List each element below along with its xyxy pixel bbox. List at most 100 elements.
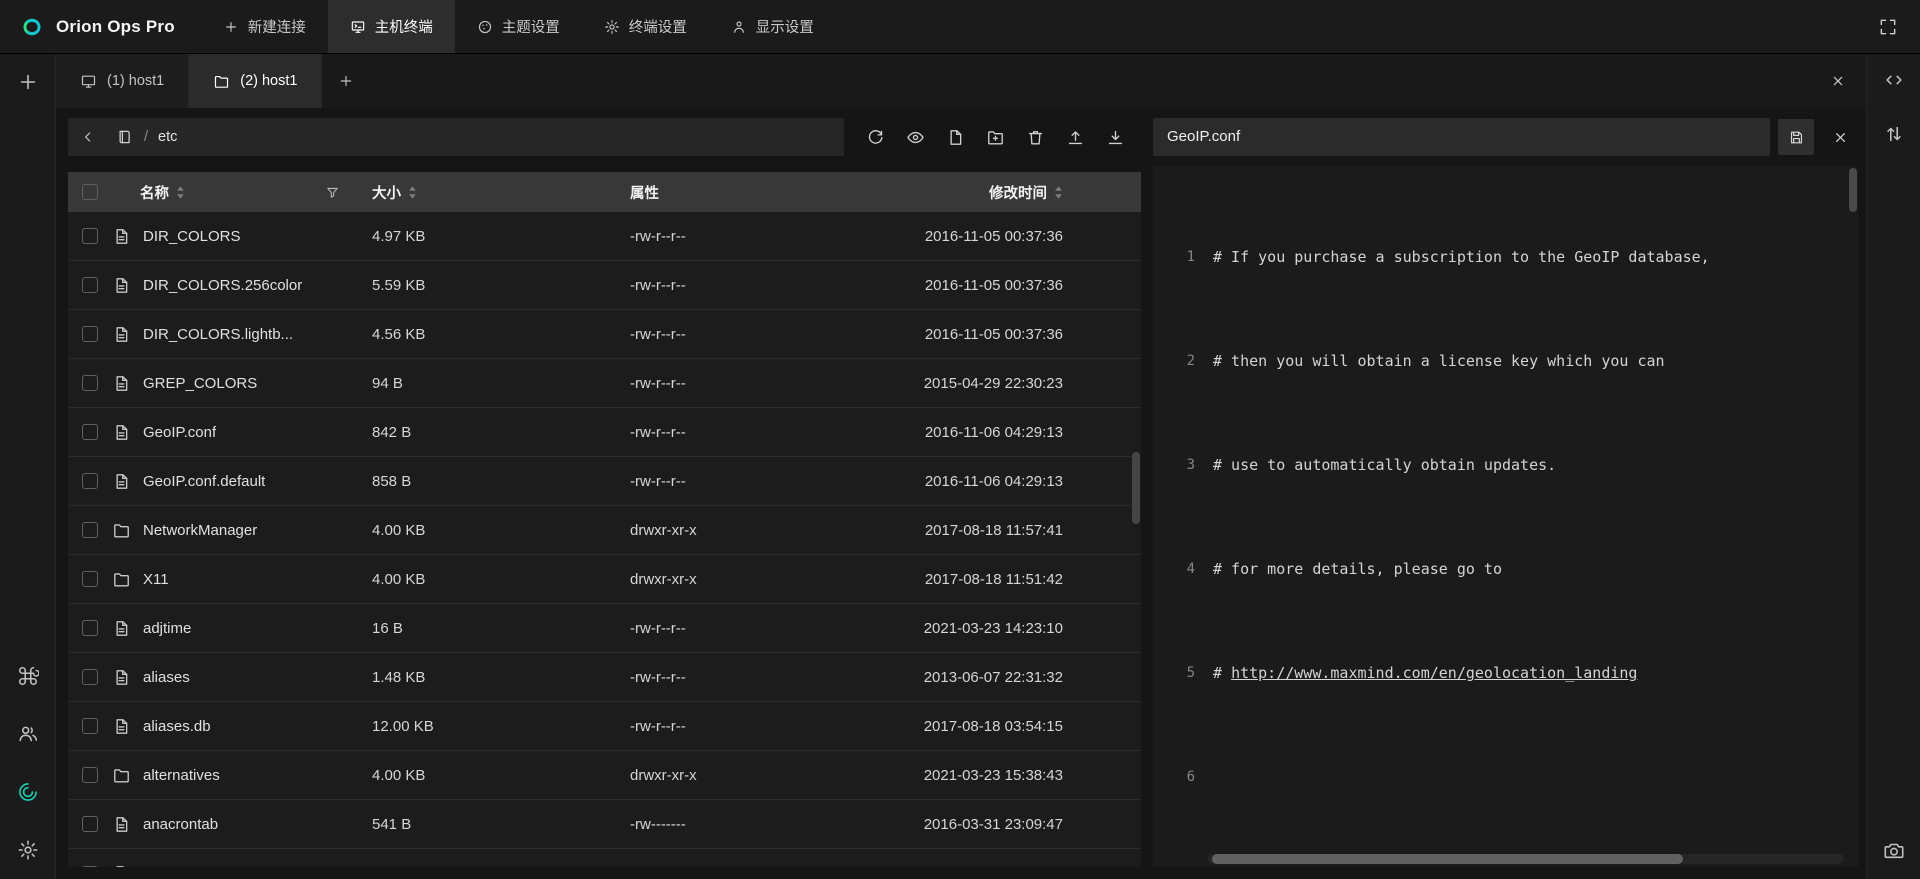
close-editor-button[interactable] [1822,119,1858,155]
row-checkbox[interactable] [82,424,98,440]
code-text: # [1213,664,1231,682]
menu-label: 主题设置 [502,16,560,37]
editor-vscrollbar[interactable] [1848,166,1858,867]
swirl-ring-icon[interactable] [15,779,41,805]
code-panel-icon[interactable] [1881,67,1907,93]
line-number: 3 [1161,452,1195,478]
row-checkbox[interactable] [82,669,98,685]
menu-theme-settings[interactable]: 主题设置 [455,0,582,53]
table-row[interactable]: NetworkManager 4.00 KB drwxr-xr-x 2017-0… [68,506,1141,555]
scrollbar-thumb[interactable] [1212,854,1683,864]
monitor-icon [80,73,97,90]
sort-icon[interactable] [1054,185,1063,200]
code-line: 2 # then you will obtain a license key w… [1161,348,1858,374]
file-name: aliases.db [143,718,211,735]
file-name: GeoIP.conf.default [143,473,265,490]
table-row[interactable]: GREP_COLORS 94 B -rw-r--r-- 2015-04-29 2… [68,359,1141,408]
table-row[interactable]: DIR_COLORS 4.97 KB -rw-r--r-- 2016-11-05… [68,212,1141,261]
table-row[interactable]: adjtime 16 B -rw-r--r-- 2021-03-23 14:23… [68,604,1141,653]
filter-icon[interactable] [325,185,340,200]
code-link[interactable]: http://www.maxmind.com/en/geolocation_la… [1231,664,1637,682]
table-row[interactable]: aliases 1.48 KB -rw-r--r-- 2013-06-07 22… [68,653,1141,702]
line-number: 4 [1161,556,1195,582]
file-mtime: 2017-08-18 11:57:41 [910,522,1141,539]
back-button[interactable] [68,118,108,156]
upload-button[interactable] [1060,122,1090,152]
row-checkbox[interactable] [82,375,98,391]
table-row[interactable]: alternatives 4.00 KB drwxr-xr-x 2021-03-… [68,751,1141,800]
new-tab-button[interactable] [322,54,370,108]
row-checkbox[interactable] [82,620,98,636]
new-folder-button[interactable] [980,122,1010,152]
code-editor[interactable]: 1 # If you purchase a subscription to th… [1153,166,1858,867]
root-icon[interactable] [116,128,134,146]
updown-arrows-icon[interactable] [1881,121,1907,147]
camera-icon[interactable] [1881,837,1907,863]
scrollbar-thumb[interactable] [1132,452,1140,524]
file-mtime: 2016-11-06 04:29:13 [910,473,1141,490]
app-title: Orion Ops Pro [56,17,175,37]
row-checkbox[interactable] [82,277,98,293]
column-header-name[interactable]: 名称 [112,182,362,203]
column-header-size[interactable]: 大小 [362,182,630,203]
row-checkbox[interactable] [82,718,98,734]
editor-hscrollbar[interactable] [1208,854,1844,864]
column-label: 修改时间 [989,182,1047,203]
sort-icon[interactable] [408,185,417,200]
new-file-icon [946,128,965,147]
settings-gear-icon[interactable] [15,837,41,863]
table-row[interactable]: anacrontab 541 B -rw------- 2016-03-31 2… [68,800,1141,849]
table-row[interactable]: GeoIP.conf.default 858 B -rw-r--r-- 2016… [68,457,1141,506]
save-button[interactable] [1778,119,1814,155]
close-icon[interactable] [1830,73,1846,89]
refresh-button[interactable] [860,122,890,152]
table-scrollbar[interactable] [1132,212,1140,867]
row-checkbox[interactable] [82,866,98,868]
select-all-checkbox[interactable] [82,184,98,200]
table-row-partial [68,849,1141,867]
menu-display-settings[interactable]: 显示设置 [709,0,836,53]
row-checkbox[interactable] [82,326,98,342]
line-number: 5 [1161,660,1195,686]
download-button[interactable] [1100,122,1130,152]
table-row[interactable]: DIR_COLORS.256color 5.59 KB -rw-r--r-- 2… [68,261,1141,310]
preview-button[interactable] [900,122,930,152]
table-row[interactable]: aliases.db 12.00 KB -rw-r--r-- 2017-08-1… [68,702,1141,751]
fullscreen-icon[interactable] [1878,17,1898,37]
column-header-mtime[interactable]: 修改时间 [910,182,1141,203]
editor-toolbar: GeoIP.conf [1153,118,1858,156]
tab-host1-terminal[interactable]: (1) host1 [56,54,189,108]
tab-host1-files[interactable]: (2) host1 [189,54,322,108]
code-text: # for more details, please go to [1213,560,1502,578]
delete-button[interactable] [1020,122,1050,152]
file-name: GeoIP.conf [143,424,216,441]
scrollbar-thumb[interactable] [1849,168,1857,212]
menu-terminal-settings[interactable]: 终端设置 [582,0,709,53]
column-label: 大小 [372,182,401,203]
row-checkbox[interactable] [82,571,98,587]
close-icon [1832,129,1849,146]
table-row[interactable]: X11 4.00 KB drwxr-xr-x 2017-08-18 11:51:… [68,555,1141,604]
file-size: 858 B [362,473,630,490]
eye-icon [906,128,925,147]
users-icon[interactable] [15,721,41,747]
row-checkbox[interactable] [82,767,98,783]
file-size: 541 B [362,816,630,833]
new-file-button[interactable] [940,122,970,152]
new-folder-icon [986,128,1005,147]
menu-new-connection[interactable]: 新建连接 [201,0,328,53]
command-icon[interactable] [15,663,41,689]
file-perms: -rw-r--r-- [630,473,910,490]
table-row[interactable]: GeoIP.conf 842 B -rw-r--r-- 2016-11-06 0… [68,408,1141,457]
row-checkbox[interactable] [82,816,98,832]
row-checkbox[interactable] [82,522,98,538]
row-checkbox[interactable] [82,228,98,244]
menu-host-terminal[interactable]: 主机终端 [328,0,455,53]
add-connection-icon[interactable] [15,69,41,95]
sort-icon[interactable] [176,185,185,200]
table-row[interactable]: DIR_COLORS.lightb... 4.56 KB -rw-r--r-- … [68,310,1141,359]
file-size: 12.00 KB [362,718,630,735]
plus-icon [338,73,354,89]
breadcrumb-path[interactable]: etc [158,129,177,145]
row-checkbox[interactable] [82,473,98,489]
